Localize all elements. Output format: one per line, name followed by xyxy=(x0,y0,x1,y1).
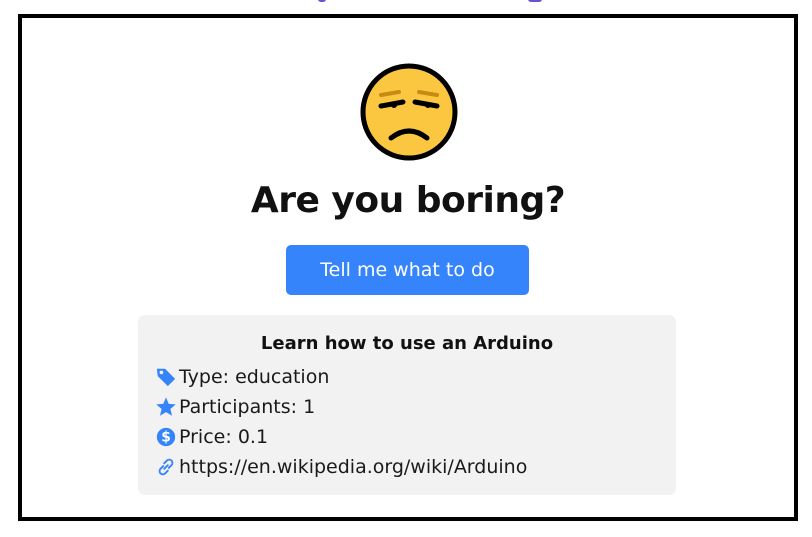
activity-link-row[interactable]: https://en.wikipedia.org/wiki/Arduino xyxy=(155,453,527,481)
type-label: Type: xyxy=(179,366,230,388)
activity-participants-row: Participants: 1 xyxy=(155,393,315,421)
dollar-icon: $ xyxy=(155,426,177,448)
price-value: 0.1 xyxy=(237,426,269,448)
activity-type-row: Type: education xyxy=(155,363,329,391)
link-icon xyxy=(155,456,177,478)
svg-text:$: $ xyxy=(161,430,171,446)
star-icon xyxy=(155,396,177,418)
price-label: Price: xyxy=(179,426,232,448)
type-value: education xyxy=(235,366,330,388)
activity-link[interactable]: https://en.wikipedia.org/wiki/Arduino xyxy=(179,456,527,478)
top-decoration xyxy=(318,0,326,2)
app-frame: Are you boring? Tell me what to do Learn… xyxy=(18,14,798,521)
participants-label: Participants: xyxy=(179,396,298,418)
page-title: Are you boring? xyxy=(250,180,566,221)
activity-title: Learn how to use an Arduino xyxy=(260,333,554,354)
tag-icon xyxy=(155,366,177,388)
participants-value: 1 xyxy=(303,396,316,418)
activity-price-row: $ Price: 0.1 xyxy=(155,423,268,451)
unamused-face-icon xyxy=(360,63,458,161)
top-strip xyxy=(0,0,812,6)
top-decoration xyxy=(528,0,542,2)
suggest-activity-button[interactable]: Tell me what to do xyxy=(286,245,529,295)
activity-card: Learn how to use an Arduino Type: educat… xyxy=(138,315,676,495)
